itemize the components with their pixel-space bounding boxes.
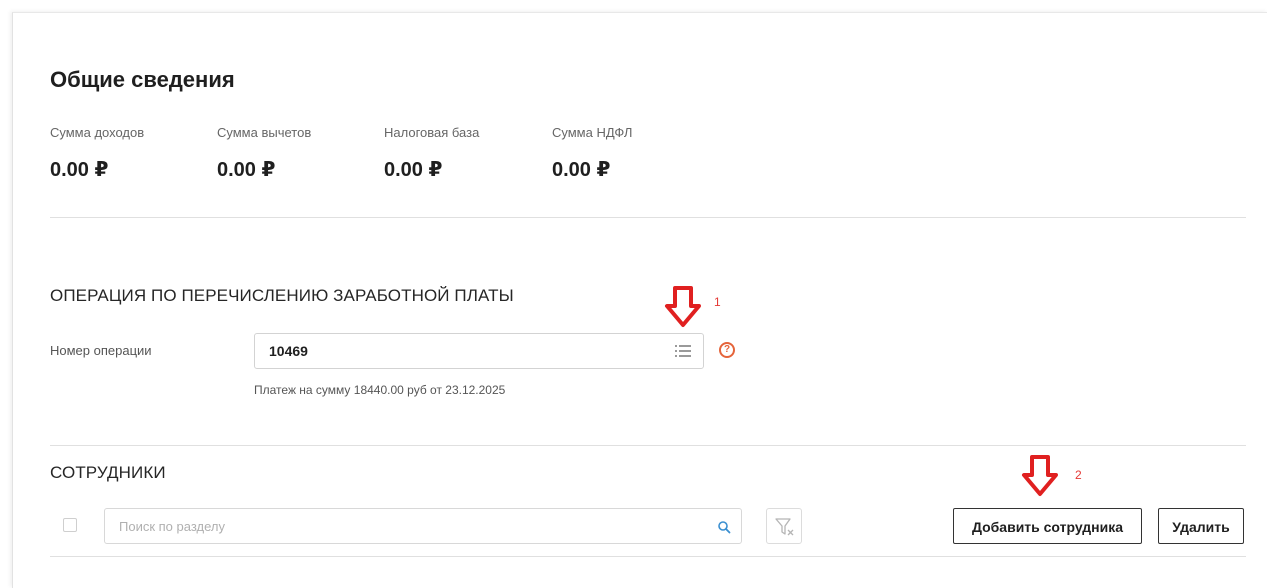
annotation-marker-1: 1 xyxy=(714,295,721,309)
annotation-marker-2: 2 xyxy=(1075,468,1082,482)
operation-section-heading: ОПЕРАЦИЯ ПО ПЕРЕЧИСЛЕНИЮ ЗАРАБОТНОЙ ПЛАТ… xyxy=(50,286,514,305)
operation-number-label: Номер операции xyxy=(50,343,152,358)
list-icon[interactable] xyxy=(675,344,691,358)
divider xyxy=(50,217,1246,218)
delete-button[interactable]: Удалить xyxy=(1158,508,1244,544)
deductions-sum-label: Сумма вычетов xyxy=(217,125,312,140)
search-icon[interactable] xyxy=(717,520,731,534)
employees-section-heading: СОТРУДНИКИ xyxy=(50,463,166,482)
general-section-title: Общие сведения xyxy=(50,67,235,92)
payment-hint: Платеж на сумму 18440.00 руб от 23.12.20… xyxy=(254,383,506,397)
section-search[interactable] xyxy=(104,508,742,544)
question-circle-icon[interactable]: ? xyxy=(719,342,735,358)
tax-base-value: 0.00 ₽ xyxy=(384,159,443,181)
income-sum-label: Сумма доходов xyxy=(50,125,145,140)
income-sum-value: 0.00 ₽ xyxy=(50,159,109,181)
select-all-checkbox[interactable] xyxy=(63,518,77,532)
ndfl-sum-value: 0.00 ₽ xyxy=(552,159,611,181)
down-arrow-icon xyxy=(665,286,701,327)
add-employee-button[interactable]: Добавить сотрудника xyxy=(953,508,1142,544)
deductions-sum-value: 0.00 ₽ xyxy=(217,159,276,181)
clear-filter-button[interactable] xyxy=(766,508,802,544)
divider xyxy=(50,445,1246,446)
operation-number-field[interactable]: 10469 xyxy=(254,333,704,369)
operation-number-value: 10469 xyxy=(269,343,308,359)
tax-base-label: Налоговая база xyxy=(384,125,480,140)
filter-clear-icon xyxy=(775,518,794,536)
ndfl-sum-label: Сумма НДФЛ xyxy=(552,125,633,140)
down-arrow-icon xyxy=(1022,455,1058,496)
search-input[interactable] xyxy=(119,509,709,543)
divider xyxy=(50,556,1246,557)
